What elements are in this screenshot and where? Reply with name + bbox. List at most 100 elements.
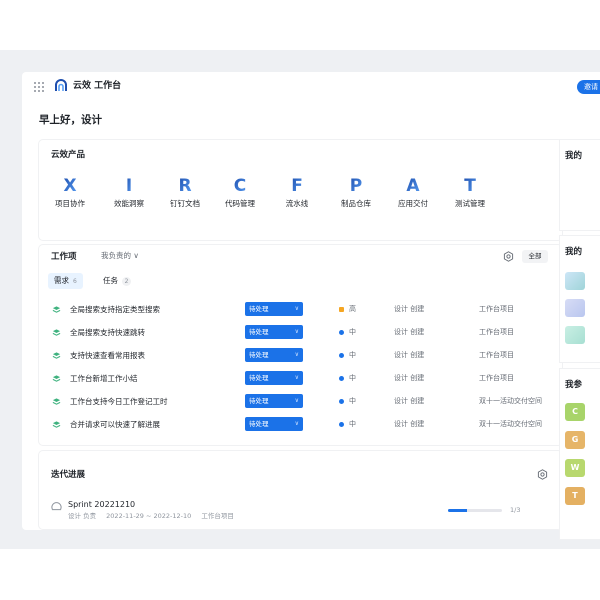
chevron-down-icon: ∨ [294,305,299,312]
workitem-title[interactable]: 全局搜索支持快速跳转 [70,327,145,338]
priority-text: 中 [349,351,356,359]
priority-text: 中 [349,397,356,405]
app-grid-icon[interactable] [34,82,44,92]
priority-text: 中 [349,420,356,428]
product-code[interactable]: C 代码管理 [212,176,268,216]
product-label: 制品仓库 [341,199,371,208]
product-label: 钉钉文档 [170,199,200,208]
creator-text: 设计 创建 [394,351,425,359]
chevron-down-icon: ∨ [294,420,299,427]
workitem-title[interactable]: 工作台支持今日工作登记工时 [70,396,168,407]
product-glyph: R [178,176,191,194]
project-text: 工作台项目 [479,328,514,336]
sidebar-thumbnail[interactable] [565,326,585,344]
status-dropdown[interactable]: 待处理 ∨ [245,371,303,385]
status-dropdown[interactable]: 待处理 ∨ [245,325,303,339]
code-icon: C [234,176,246,194]
tab-count: 2 [122,277,131,286]
product-appstack[interactable]: A 应用交付 [385,176,441,216]
product-insight[interactable]: I 效能洞察 [101,176,157,216]
creator-text: 设计 创建 [394,305,425,313]
priority-dot [339,376,344,381]
tab-tasks[interactable]: 任务 2 [97,273,137,289]
workitem-title[interactable]: 工作台新增工作小结 [70,373,138,384]
sprint-dates: 2022-11-29 ~ 2022-12-10 [106,512,192,520]
invite-button[interactable]: 邀请 [577,80,600,94]
product-glyph: I [126,176,132,194]
project-text: 工作台项目 [479,374,514,382]
assignee-filter-dropdown[interactable]: 我负责的 ∨ [101,250,139,262]
product-packages[interactable]: P 制品仓库 [328,176,384,216]
workitem-title[interactable]: 合并请求可以快速了解进展 [70,419,160,430]
chevron-down-icon: ∨ [294,374,299,381]
greeting-title: 早上好，设计 [39,114,102,126]
sidebar-section-title: 我的 [565,247,583,257]
product-project[interactable]: X 项目协作 [42,176,98,216]
priority-text: 高 [349,305,356,313]
table-row[interactable]: 支持快速查看常用报表 待处理 ∨ 中 设计 创建 工作台项目 [39,347,562,365]
table-row[interactable]: 工作台支持今日工作登记工时 待处理 ∨ 中 设计 创建 双十一活动交付空间 [39,393,562,411]
status-dropdown[interactable]: 待处理 ∨ [245,417,303,431]
product-label: 流水线 [285,199,309,208]
sprint-row[interactable]: Sprint 20221210 设计 负责 2022-11-29 ~ 2022-… [39,471,562,529]
requirement-icon [52,329,61,336]
requirement-icon [52,398,61,405]
sidebar-section-2: 我的 [560,236,600,362]
packages-icon: P [350,176,362,194]
requirement-icon [52,352,61,359]
workitems-panel: 工作项 我负责的 ∨ 全部 需求 6 任务 2 全局搜索支持指定类型搜索 待处理 ∨ 高设… [39,245,562,445]
sidebar-section-1: 我的 [560,140,600,230]
insight-icon: I [126,176,132,194]
top-bar: 云效 工作台 邀请 [22,72,600,102]
tab-count: 6 [73,278,77,285]
settings-icon[interactable] [503,251,514,262]
project-text: 双十一活动交付空间 [479,420,542,428]
table-row[interactable]: 全局搜索支持快速跳转 待处理 ∨ 中 设计 创建 工作台项目 [39,324,562,342]
scope-all-button[interactable]: 全部 [522,250,548,263]
product-testhub[interactable]: T 测试管理 [442,176,498,216]
products-title: 云效产品 [51,150,86,160]
product-pipeline[interactable]: F 流水线 [269,176,325,216]
product-glyph: T [464,176,476,194]
project-icon: X [63,176,76,194]
product-docs[interactable]: R 钉钉文档 [157,176,213,216]
sprint-project: 工作台项目 [201,512,234,520]
product-label: 代码管理 [225,199,255,208]
docs-icon: R [178,176,191,194]
sidebar-section-3: 我参 C G W T [560,369,600,539]
sprint-owner: 设计 负责 [68,512,97,520]
table-row[interactable]: 全局搜索支持指定类型搜索 待处理 ∨ 高 设计 创建 工作台项目 [39,301,562,319]
sidebar-project-avatar[interactable]: T [565,487,585,505]
workitem-title[interactable]: 支持快速查看常用报表 [70,350,145,361]
creator-text: 设计 创建 [394,397,425,405]
status-dropdown[interactable]: 待处理 ∨ [245,394,303,408]
sidebar-project-avatar[interactable]: G [565,431,585,449]
creator-text: 设计 创建 [394,328,425,336]
table-row[interactable]: 工作台新增工作小结 待处理 ∨ 中 设计 创建 工作台项目 [39,370,562,388]
workitem-title[interactable]: 全局搜索支持指定类型搜索 [70,304,160,315]
tab-requirements[interactable]: 需求 6 [48,273,83,289]
product-glyph: F [291,176,303,194]
sidebar-project-avatar[interactable]: W [565,459,585,477]
sidebar-section-title: 我的 [565,151,583,161]
sidebar-project-avatar[interactable]: C [565,403,585,421]
chevron-down-icon: ∨ [294,397,299,404]
priority-dot [339,307,344,312]
product-label: 项目协作 [55,199,85,208]
product-label: 效能洞察 [114,199,144,208]
product-glyph: P [350,176,362,194]
product-glyph: C [234,176,246,194]
sprint-icon [51,502,62,511]
table-row[interactable]: 合并请求可以快速了解进展 待处理 ∨ 中 设计 创建 双十一活动交付空间 [39,416,562,434]
sprint-name[interactable]: Sprint 20221210 [68,499,135,510]
iterations-panel: 迭代进展 Sprint 20221210 设计 负责 2022-11-29 ~ … [39,451,562,529]
sidebar-thumbnail[interactable] [565,299,585,317]
status-dropdown[interactable]: 待处理 ∨ [245,302,303,316]
workbench-window: 云效 工作台 邀请 早上好，设计 云效产品 X 项目协作 I 效能洞察 R 钉钉文档 C 代码… [22,72,600,530]
sidebar-thumbnail[interactable] [565,272,585,290]
product-glyph: X [63,176,76,194]
project-text: 双十一活动交付空间 [479,397,542,405]
sprint-progress-bar [448,509,502,512]
creator-text: 设计 创建 [394,420,425,428]
status-dropdown[interactable]: 待处理 ∨ [245,348,303,362]
